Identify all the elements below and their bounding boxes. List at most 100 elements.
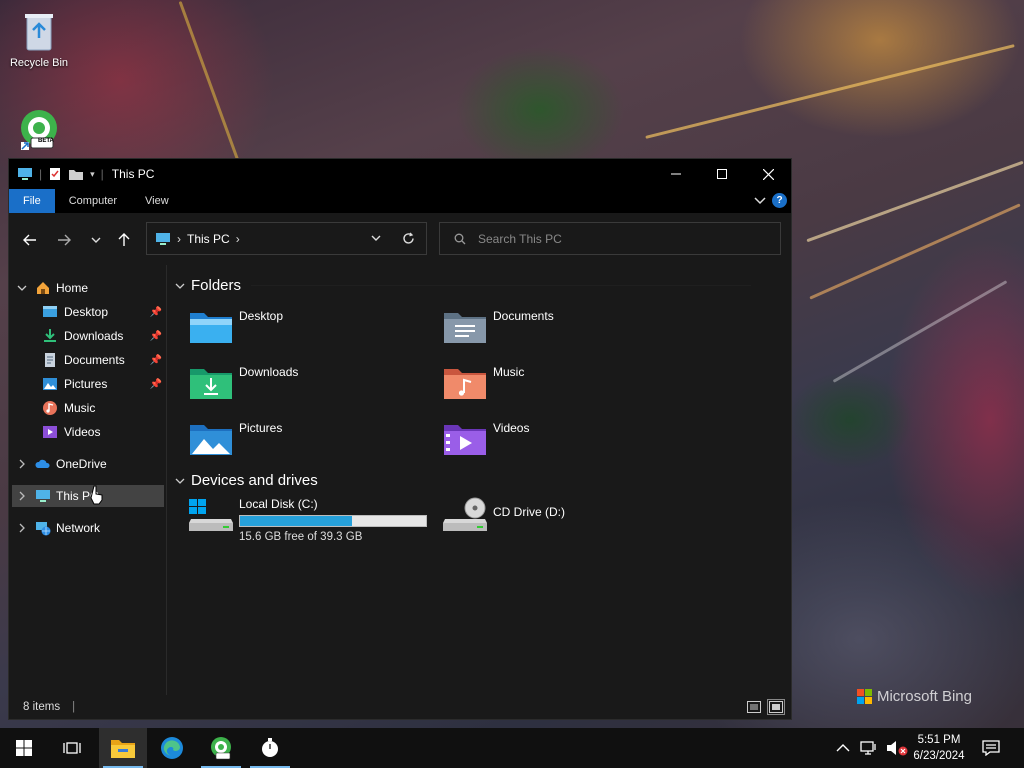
sidebar-item-label: OneDrive (56, 457, 107, 471)
folder-label: Downloads (239, 365, 299, 379)
folder-tile-music[interactable]: Music (443, 365, 683, 413)
collapsed-chevron-icon[interactable] (19, 459, 25, 469)
sidebar-item-home[interactable]: Home (9, 277, 165, 299)
folder-tile-downloads[interactable]: Downloads (189, 365, 429, 413)
drive-usage-bar (239, 515, 427, 527)
pictures-icon (43, 378, 57, 390)
start-button[interactable] (0, 728, 48, 768)
sidebar-item-label: Desktop (64, 305, 109, 319)
folders-group-header[interactable]: Folders (175, 277, 752, 294)
taskbar-clock-app[interactable] (246, 728, 294, 768)
task-view-icon (63, 742, 81, 754)
sidebar-item-videos[interactable]: Videos (9, 421, 165, 443)
recycle-bin-icon (25, 14, 53, 51)
bing-watermark: Microsoft Bing (856, 688, 972, 705)
file-explorer-window: | ▾ | This PC File Computer View ? › Thi… (8, 158, 792, 720)
large-icons-view-icon (769, 701, 783, 713)
window-title: This PC (111, 167, 155, 181)
close-button[interactable] (745, 159, 791, 189)
folder-label: Documents (493, 309, 554, 323)
folder-tile-desktop[interactable]: Desktop (189, 309, 429, 357)
this-pc-icon (36, 490, 50, 502)
pin-icon[interactable]: 📌 (150, 355, 162, 366)
sidebar-item-desktop[interactable]: Desktop 📌 (9, 301, 165, 323)
search-box[interactable] (439, 222, 781, 255)
local-disk-icon (189, 499, 233, 531)
help-icon[interactable]: ? (772, 193, 787, 208)
cd-drive-icon (443, 497, 487, 531)
search-icon (454, 233, 466, 244)
taskbar-app-beta[interactable] (197, 728, 245, 768)
refresh-icon[interactable] (402, 232, 415, 245)
pin-icon[interactable]: 📌 (150, 307, 162, 318)
new-folder-icon[interactable] (68, 168, 84, 181)
search-input[interactable] (478, 231, 758, 246)
collapsed-chevron-icon[interactable] (19, 523, 25, 533)
sidebar-item-documents[interactable]: Documents 📌 (9, 349, 165, 371)
chevron-down-icon (91, 237, 101, 243)
network-status-icon[interactable] (860, 740, 878, 756)
tab-file[interactable]: File (9, 189, 55, 213)
task-view-button[interactable] (48, 728, 96, 768)
pin-icon[interactable]: 📌 (150, 331, 162, 342)
drive-tile-cd-drive[interactable]: CD Drive (D:) (443, 497, 683, 545)
drive-label: CD Drive (D:) (493, 505, 565, 519)
sidebar-item-onedrive[interactable]: OneDrive (9, 453, 165, 475)
ribbon-tabs: File Computer View ? (9, 189, 791, 213)
recycle-bin-desktop-icon[interactable]: Recycle Bin (2, 10, 76, 69)
network-icon (36, 522, 51, 536)
videos-folder-icon (444, 425, 486, 455)
edge-icon (161, 737, 183, 759)
folder-tile-videos[interactable]: Videos (443, 421, 683, 469)
pin-icon[interactable]: 📌 (150, 379, 162, 390)
large-icons-view-button[interactable] (767, 699, 785, 715)
system-tray (836, 728, 908, 768)
expanded-chevron-icon[interactable] (17, 285, 27, 291)
address-bar[interactable]: › This PC › (146, 222, 427, 255)
app-shortcut-icon (21, 110, 57, 150)
tab-view[interactable]: View (131, 189, 183, 213)
sidebar-item-label: Network (56, 521, 101, 535)
drive-tile-local-disk[interactable]: Local Disk (C:) 15.6 GB free of 39.3 GB (189, 497, 429, 545)
item-count: 8 items (23, 701, 61, 713)
sidebar-item-label: Downloads (64, 329, 124, 343)
sidebar-item-label: Videos (64, 425, 101, 439)
expand-ribbon-icon[interactable] (754, 196, 766, 205)
forward-button[interactable] (53, 229, 75, 251)
maximize-button[interactable] (699, 159, 745, 189)
back-button[interactable] (19, 229, 41, 251)
action-center-button[interactable] (978, 736, 1004, 760)
bing-watermark-text: Microsoft Bing (876, 688, 972, 705)
recent-locations-button[interactable] (85, 229, 107, 251)
taskbar-clock[interactable]: 5:51 PM 6/23/2024 (906, 732, 972, 764)
folder-label: Pictures (239, 421, 283, 435)
title-bar[interactable]: | ▾ | This PC (9, 159, 791, 189)
sidebar-item-label: Music (64, 401, 96, 415)
downloads-icon (44, 329, 56, 342)
taskbar-file-explorer[interactable] (99, 728, 147, 768)
folder-tile-documents[interactable]: Documents (443, 309, 683, 357)
breadcrumb-chevron[interactable]: › (236, 232, 240, 246)
folder-tile-pictures[interactable]: Pictures (189, 421, 429, 469)
sidebar-item-pictures[interactable]: Pictures 📌 (9, 373, 165, 395)
tab-computer[interactable]: Computer (55, 189, 131, 213)
app-beta-desktop-icon[interactable]: BETA (2, 108, 76, 155)
up-button[interactable] (113, 229, 135, 251)
breadcrumb-this-pc[interactable]: This PC (187, 232, 230, 246)
sidebar-item-this-pc[interactable]: This PC (12, 485, 164, 507)
show-hidden-icons-icon[interactable] (836, 743, 850, 753)
volume-muted-icon[interactable] (886, 740, 908, 756)
music-folder-icon (444, 369, 486, 399)
details-view-button[interactable] (745, 699, 763, 715)
sidebar-item-network[interactable]: Network (9, 517, 165, 539)
address-dropdown-icon[interactable] (371, 235, 381, 241)
sidebar-item-music[interactable]: Music (9, 397, 165, 419)
minimize-button[interactable] (653, 159, 699, 189)
sidebar-item-downloads[interactable]: Downloads 📌 (9, 325, 165, 347)
collapsed-chevron-icon[interactable] (19, 491, 25, 501)
devices-group-header[interactable]: Devices and drives (175, 472, 318, 489)
quick-access-dropdown-icon[interactable]: ▾ (90, 169, 95, 180)
stopwatch-icon (262, 738, 278, 757)
taskbar-edge[interactable] (148, 728, 196, 768)
properties-icon[interactable] (48, 167, 62, 181)
